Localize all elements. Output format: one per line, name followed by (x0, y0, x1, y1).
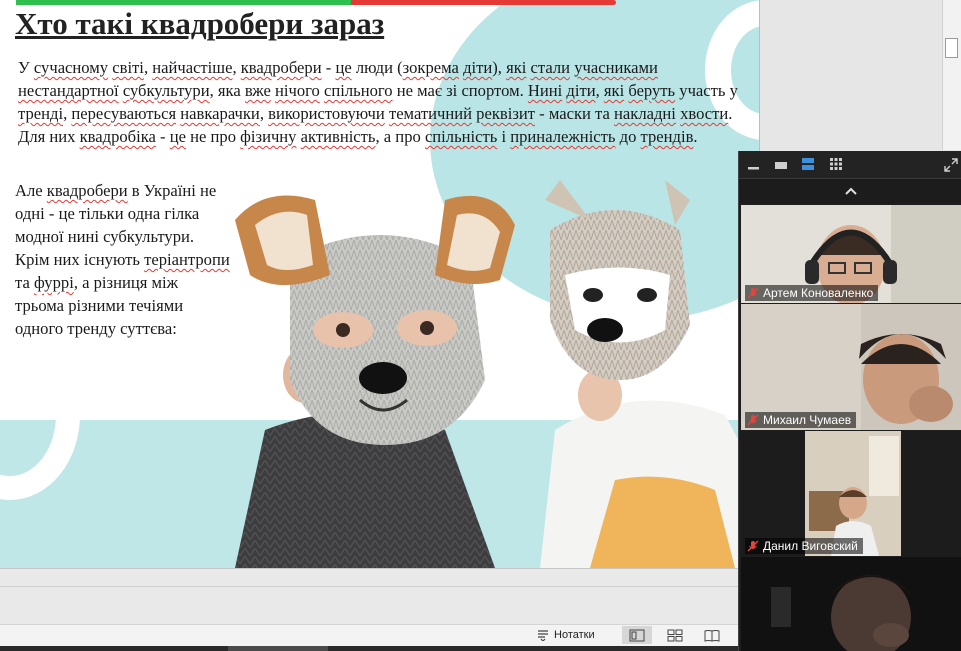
misspelled-word: теріантропи (144, 250, 230, 269)
text-run: та (15, 273, 34, 292)
misspelled-word: хвости (680, 104, 729, 123)
participant-tile[interactable]: Михаил Чумаев (741, 304, 961, 430)
misspelled-word: світі (112, 58, 144, 77)
minimize-icon[interactable] (747, 159, 761, 171)
video-call-panel[interactable]: Артем Коноваленко Михаил Чумаев Данил Ви… (738, 151, 961, 651)
misspelled-word: Нині (527, 81, 563, 100)
misspelled-word: трендів (640, 127, 694, 146)
text-run: ), (492, 58, 507, 77)
text-run: не має зі спортом. (392, 81, 528, 100)
misspelled-word: квадробіка (79, 127, 156, 146)
slide-title[interactable]: Хто такі квадробери зараз (15, 6, 384, 42)
misspelled-word: діти (566, 81, 596, 100)
text-run: У (18, 58, 34, 77)
misspelled-word: вже (244, 81, 271, 100)
misspelled-word: використовуючи (268, 104, 385, 123)
slide-canvas[interactable]: Хто такі квадробери зараз У сучасному св… (0, 0, 760, 568)
misspelled-word: нічого (275, 81, 320, 100)
participant-tile[interactable] (741, 557, 961, 651)
misspelled-word: спільність (424, 127, 498, 146)
text-run: - (321, 58, 336, 77)
slide-sorter-button[interactable] (660, 626, 690, 644)
text-run: і (497, 127, 511, 146)
slide-paragraph-1[interactable]: У сучасному світі, найчастіше, квадробер… (18, 56, 754, 148)
notes-pane[interactable] (0, 568, 738, 624)
misspelled-word: реквізит (476, 104, 536, 123)
misspelled-word: квадробери (240, 58, 322, 77)
vertical-scrollbar[interactable] (942, 0, 961, 150)
misspelled-word: навкарачки (180, 104, 260, 123)
misspelled-word: квадробери (46, 181, 128, 200)
speaker-view-icon[interactable] (801, 157, 815, 171)
participant-tile[interactable]: Данил Виговский (741, 431, 961, 556)
misspelled-word: накладні (614, 104, 676, 123)
participant-name-label: Михаил Чумаев (745, 412, 857, 428)
misspelled-word: тематичний (388, 104, 472, 123)
misspelled-word: діти (463, 58, 493, 77)
reading-view-button[interactable] (697, 626, 727, 644)
normal-view-button[interactable] (622, 626, 652, 644)
collapse-thumbnails-button[interactable] (739, 179, 961, 203)
text-run: участь у (675, 81, 738, 100)
text-run: Але (15, 181, 47, 200)
scrollbar-thumb[interactable] (945, 38, 958, 58)
misspelled-word: фуррі (33, 273, 74, 292)
text-run: , (232, 58, 241, 77)
text-run: , (595, 81, 604, 100)
misspelled-word: учасниками (574, 58, 658, 77)
text-run: люди ( (351, 58, 403, 77)
text-run: , (259, 104, 269, 123)
chevron-up-icon (844, 187, 857, 195)
progress-bar-red (351, 0, 616, 5)
text-run: , а про (375, 127, 425, 146)
mic-muted-icon (747, 414, 759, 426)
thumbnail-view-icon[interactable] (774, 159, 788, 171)
misspelled-word: пересуваються (71, 104, 177, 123)
gallery-view-icon[interactable] (829, 157, 843, 171)
misspelled-word: стали (530, 58, 571, 77)
misspelled-word: активність (300, 127, 376, 146)
misspelled-word: найчастіше (152, 58, 233, 77)
misspelled-word: спільного (323, 81, 393, 100)
mic-muted-icon (747, 287, 759, 299)
text-run: не про (185, 127, 241, 146)
slide-paragraph-2[interactable]: Але квадробери в Україні не одні - це ті… (15, 179, 230, 340)
misspelled-word: тренді (18, 104, 64, 123)
misspelled-word: це (169, 127, 186, 146)
text-run: , (143, 58, 153, 77)
text-run: до (615, 127, 641, 146)
progress-bar-green (16, 0, 351, 5)
misspelled-word: фізичну (240, 127, 297, 146)
video-panel-toolbar (739, 151, 961, 179)
participant-name-label: Данил Виговский (745, 538, 863, 554)
misspelled-word: сучасному (33, 58, 109, 77)
participant-video (741, 557, 961, 651)
normal-view-icon (629, 629, 645, 641)
slide-photo-children-masks (235, 180, 759, 568)
text-run: - (155, 127, 170, 146)
participant-name-label: Артем Коноваленко (745, 285, 879, 301)
mic-muted-icon (747, 540, 759, 552)
taskbar-item[interactable] (228, 646, 328, 651)
misspelled-word: субкультури (122, 81, 210, 100)
misspelled-word: нестандартної (18, 81, 119, 100)
expand-icon[interactable] (944, 158, 958, 172)
notes-button[interactable]: Нотатки (536, 626, 595, 644)
reading-view-icon (704, 629, 720, 642)
misspelled-word: які (603, 81, 625, 100)
text-run: . (693, 127, 698, 146)
text-run: - маски та (535, 104, 615, 123)
misspelled-word: зокрема (402, 58, 459, 77)
notes-icon (538, 630, 548, 641)
slide-sorter-icon (667, 629, 683, 641)
misspelled-word: приналежність (510, 127, 616, 146)
misspelled-word: беруть (628, 81, 676, 100)
participant-tile[interactable]: Артем Коноваленко (741, 205, 961, 303)
misspelled-word: це (335, 58, 352, 77)
notes-divider (0, 586, 738, 587)
text-run: , яка (209, 81, 245, 100)
notes-label: Нотатки (554, 629, 595, 641)
misspelled-word: які (506, 58, 527, 77)
